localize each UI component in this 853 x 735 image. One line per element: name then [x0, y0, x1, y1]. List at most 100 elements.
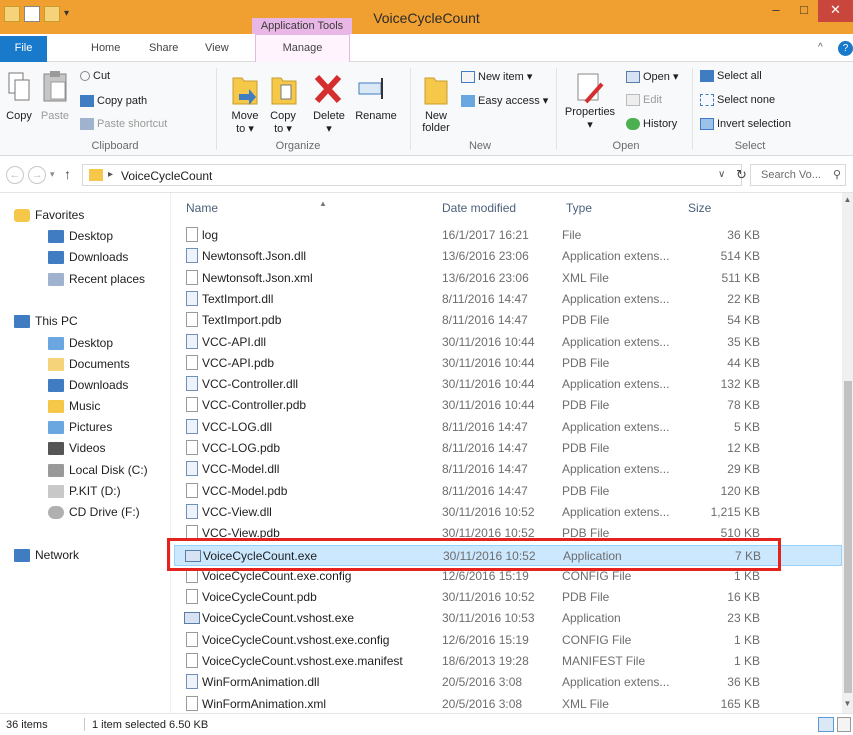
- scroll-up-icon[interactable]: ▲: [842, 195, 853, 204]
- edit-button[interactable]: Edit: [626, 94, 662, 107]
- column-header-name[interactable]: Name ▲: [186, 199, 327, 215]
- file-size: 1 KB: [733, 632, 760, 647]
- up-arrow-icon[interactable]: ↑: [64, 166, 71, 182]
- nav-videos[interactable]: Videos: [48, 441, 105, 461]
- breadcrumb-item[interactable]: VoiceCycleCount: [121, 169, 212, 183]
- back-arrow-icon[interactable]: ←: [6, 166, 24, 184]
- cut-button[interactable]: Cut: [80, 70, 110, 82]
- paste-button[interactable]: Paste: [40, 110, 70, 122]
- forward-arrow-icon[interactable]: →: [28, 166, 46, 184]
- tab-share[interactable]: Share: [149, 42, 178, 54]
- file-name: VCC-LOG.pdb: [202, 441, 281, 455]
- tab-home[interactable]: Home: [91, 42, 120, 54]
- nav-music[interactable]: Music: [48, 399, 100, 419]
- nav-downloads[interactable]: Downloads: [48, 378, 128, 398]
- file-icon: [186, 227, 198, 242]
- large-icons-view-icon[interactable]: [837, 717, 851, 732]
- details-view-icon[interactable]: [818, 717, 834, 732]
- file-row[interactable]: TextImport.pdb 8/11/2016 14:47 PDB File 54 …: [174, 310, 842, 331]
- close-button[interactable]: ✕: [818, 0, 853, 22]
- file-row[interactable]: WinFormAnimation.dll 20/5/2016 3:08 Applic…: [174, 672, 842, 693]
- file-row[interactable]: VCC-Controller.dll 30/11/2016 10:44 Applic…: [174, 374, 842, 395]
- scrollbar-thumb[interactable]: [844, 381, 852, 693]
- nav-documents[interactable]: Documents: [48, 357, 130, 377]
- address-bar[interactable]: ▸ VoiceCycleCount: [82, 164, 742, 186]
- search-input[interactable]: Search Vo... ⚲: [750, 164, 846, 186]
- collapse-ribbon-icon[interactable]: ^: [818, 42, 823, 53]
- nav-local-disk[interactable]: Local Disk (C:): [48, 463, 148, 483]
- address-dropdown-icon[interactable]: ∨: [718, 169, 725, 180]
- new-group-label: New: [468, 140, 491, 152]
- tab-file[interactable]: File: [0, 36, 47, 62]
- nav-pkit-drive[interactable]: P.KIT (D:): [48, 484, 121, 504]
- file-row[interactable]: VCC-Controller.pdb 30/11/2016 10:44 PDB Fi…: [174, 395, 842, 416]
- file-row[interactable]: VCC-LOG.pdb 8/11/2016 14:47 PDB File 12 KB: [174, 438, 842, 459]
- delete-button[interactable]: Delete ▾: [312, 110, 346, 135]
- file-date-modified: 8/11/2016 14:47: [442, 313, 528, 328]
- select-none-button[interactable]: Select none: [700, 94, 775, 107]
- file-row[interactable]: VCC-Model.pdb 8/11/2016 14:47 PDB File 120 …: [174, 481, 842, 502]
- invert-selection-button[interactable]: Invert selection: [700, 118, 791, 131]
- file-name: WinFormAnimation.xml: [202, 696, 327, 711]
- file-row[interactable]: VoiceCycleCount.vshost.exe 30/11/2016 10:…: [174, 608, 842, 629]
- nav-desktop-favorite[interactable]: Desktop: [48, 229, 113, 249]
- file-row[interactable]: VoiceCycleCount.vshost.exe.manifest 18/6/…: [174, 651, 842, 672]
- search-icon[interactable]: ⚲: [833, 168, 841, 181]
- nav-pictures[interactable]: Pictures: [48, 420, 112, 440]
- column-header-date[interactable]: Date modified: [442, 201, 516, 215]
- nav-this-pc[interactable]: This PC: [14, 314, 78, 334]
- new-item-button[interactable]: New item ▾: [461, 70, 532, 84]
- tab-manage[interactable]: Manage: [255, 34, 350, 62]
- copy-path-button[interactable]: Copy path: [80, 95, 147, 108]
- history-button[interactable]: History: [626, 118, 677, 131]
- easy-access-icon: [461, 95, 475, 108]
- nav-favorites[interactable]: Favorites: [14, 208, 84, 228]
- nav-recent-places[interactable]: Recent places: [48, 272, 145, 292]
- refresh-icon[interactable]: ↻: [736, 167, 747, 183]
- file-type: File: [562, 228, 582, 242]
- dll-file-icon: [186, 418, 198, 434]
- file-name: Newtonsoft.Json.dll: [202, 249, 307, 264]
- file-type: CONFIG File: [562, 632, 632, 647]
- move-to-button[interactable]: Move to ▾: [228, 110, 262, 135]
- file-row[interactable]: log 16/1/2017 16:21 File 36 KB: [174, 225, 842, 246]
- file-row[interactable]: TextImport.dll 8/11/2016 14:47 Application…: [174, 289, 842, 310]
- copy-button[interactable]: Copy: [4, 110, 34, 122]
- file-row[interactable]: VoiceCycleCount.vshost.exe.config 12/6/20…: [174, 630, 842, 651]
- tab-view[interactable]: View: [205, 42, 229, 54]
- new-folder-button[interactable]: New folder: [416, 110, 456, 134]
- properties-button[interactable]: Properties ▾: [562, 106, 618, 131]
- copy-to-button[interactable]: Copy to ▾: [266, 110, 300, 135]
- select-all-button[interactable]: Select all: [700, 70, 762, 83]
- ribbon-tabs: File Home Share View Manage ^ ?: [0, 34, 853, 62]
- help-icon[interactable]: ?: [838, 41, 853, 56]
- file-icon: [186, 631, 198, 647]
- column-header-type[interactable]: Type: [566, 201, 592, 215]
- maximize-button[interactable]: □: [790, 0, 818, 22]
- paste-shortcut-button[interactable]: Paste shortcut: [80, 118, 167, 131]
- file-date-modified: 20/5/2016 3:08: [442, 675, 523, 690]
- file-row[interactable]: VCC-API.pdb 30/11/2016 10:44 PDB File 44 KB: [174, 353, 842, 374]
- file-row[interactable]: VCC-Model.dll 8/11/2016 14:47 Application …: [174, 459, 842, 480]
- nav-downloads-favorite[interactable]: Downloads: [48, 250, 128, 270]
- minimize-button[interactable]: –: [762, 0, 790, 22]
- easy-access-button[interactable]: Easy access ▾: [461, 94, 548, 108]
- nav-desktop[interactable]: Desktop: [48, 336, 113, 356]
- file-row[interactable]: WinFormAnimation.xml 20/5/2016 3:08 XML Fi…: [174, 694, 842, 715]
- recent-locations-icon[interactable]: ▾: [50, 169, 55, 180]
- rename-button[interactable]: Rename: [354, 110, 398, 122]
- file-row[interactable]: Newtonsoft.Json.dll 13/6/2016 23:06 Applic…: [174, 246, 842, 267]
- nav-network[interactable]: Network: [14, 548, 79, 568]
- column-header-size[interactable]: Size: [688, 201, 711, 215]
- vertical-scrollbar[interactable]: ▲ ▼: [842, 193, 853, 713]
- file-row[interactable]: VCC-LOG.dll 8/11/2016 14:47 Application ex…: [174, 417, 842, 438]
- file-row[interactable]: VCC-View.dll 30/11/2016 10:52 Application …: [174, 502, 842, 523]
- file-row[interactable]: Newtonsoft.Json.xml 13/6/2016 23:06 XML Fi…: [174, 268, 842, 289]
- file-row[interactable]: VoiceCycleCount.pdb 30/11/2016 10:52 PDB F…: [174, 587, 842, 608]
- scroll-down-icon[interactable]: ▼: [842, 699, 853, 708]
- file-row[interactable]: VCC-API.dll 30/11/2016 10:44 Application e…: [174, 332, 842, 353]
- nav-cd-drive[interactable]: CD Drive (F:): [48, 505, 140, 525]
- delete-icon: [314, 74, 342, 104]
- chevron-right-icon[interactable]: ▸: [108, 169, 113, 180]
- open-button[interactable]: Open ▾: [626, 70, 679, 84]
